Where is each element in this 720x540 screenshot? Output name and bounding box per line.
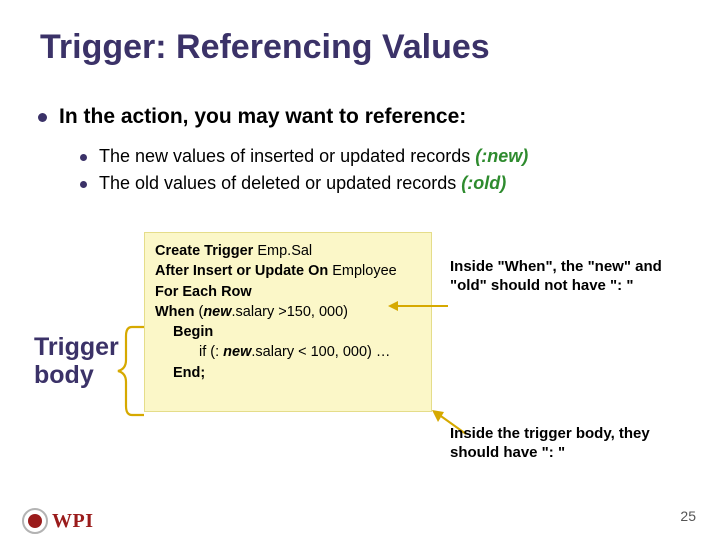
code-line: Begin xyxy=(155,322,421,342)
slide-title: Trigger: Referencing Values xyxy=(40,28,490,67)
bullet-dot-icon xyxy=(38,113,47,122)
emphasis-old: (:old) xyxy=(461,173,506,193)
code-text: .salary >150, 000) xyxy=(232,304,348,320)
side-label-trigger-body: Trigger body xyxy=(34,334,119,389)
code-text: Emp.Sal xyxy=(253,243,312,259)
logo-text: WPI xyxy=(52,510,94,533)
bullet-level2: The new values of inserted or updated re… xyxy=(80,146,528,167)
code-text: if (: xyxy=(199,344,223,360)
sub-bullet-list: The new values of inserted or updated re… xyxy=(80,140,528,194)
code-line: After Insert or Update On Employee xyxy=(155,261,421,281)
code-text: ( xyxy=(194,304,203,320)
code-keyword: For Each Row xyxy=(155,284,252,300)
code-text: Employee xyxy=(328,263,397,279)
logo: WPI xyxy=(22,508,94,534)
slide: Trigger: Referencing Values In the actio… xyxy=(0,0,720,540)
bullet-dot-icon xyxy=(80,181,87,188)
bullet-plain: The old values of deleted or updated rec… xyxy=(99,173,461,193)
bullet-text: The new values of inserted or updated re… xyxy=(99,146,528,167)
emphasis-new: (:new) xyxy=(475,146,528,166)
bullet-text: The old values of deleted or updated rec… xyxy=(99,173,506,194)
code-line: End; xyxy=(155,363,421,383)
side-label-line1: Trigger xyxy=(34,334,119,362)
code-line: For Each Row xyxy=(155,282,421,302)
bracket-icon xyxy=(114,324,148,418)
code-keyword: Create Trigger xyxy=(155,243,253,259)
code-keyword: Begin xyxy=(173,324,213,340)
logo-seal-icon xyxy=(22,508,48,534)
bullet-plain: The new values of inserted or updated re… xyxy=(99,146,475,166)
note-when-clause: Inside "When", the "new" and "old" shoul… xyxy=(450,258,690,296)
code-em-new: new xyxy=(203,304,231,320)
arrow-icon xyxy=(388,300,450,312)
page-number: 25 xyxy=(680,508,696,524)
code-keyword: When xyxy=(155,304,194,320)
code-line: if (: new.salary < 100, 000) … xyxy=(155,342,421,362)
note-trigger-body: Inside the trigger body, they should hav… xyxy=(450,425,690,463)
bullet-level1: In the action, you may want to reference… xyxy=(38,105,466,129)
code-em-new: new xyxy=(223,344,251,360)
code-box: Create Trigger Emp.Sal After Insert or U… xyxy=(144,232,432,412)
code-line: When (new.salary >150, 000) xyxy=(155,302,421,322)
code-keyword: End; xyxy=(173,365,205,381)
bullet-dot-icon xyxy=(80,154,87,161)
code-text: .salary < 100, 000) … xyxy=(251,344,390,360)
code-keyword: After Insert or Update On xyxy=(155,263,328,279)
code-line: Create Trigger Emp.Sal xyxy=(155,241,421,261)
side-label-line2: body xyxy=(34,362,119,390)
bullet-level2: The old values of deleted or updated rec… xyxy=(80,173,528,194)
bullet-text: In the action, you may want to reference… xyxy=(59,105,466,129)
